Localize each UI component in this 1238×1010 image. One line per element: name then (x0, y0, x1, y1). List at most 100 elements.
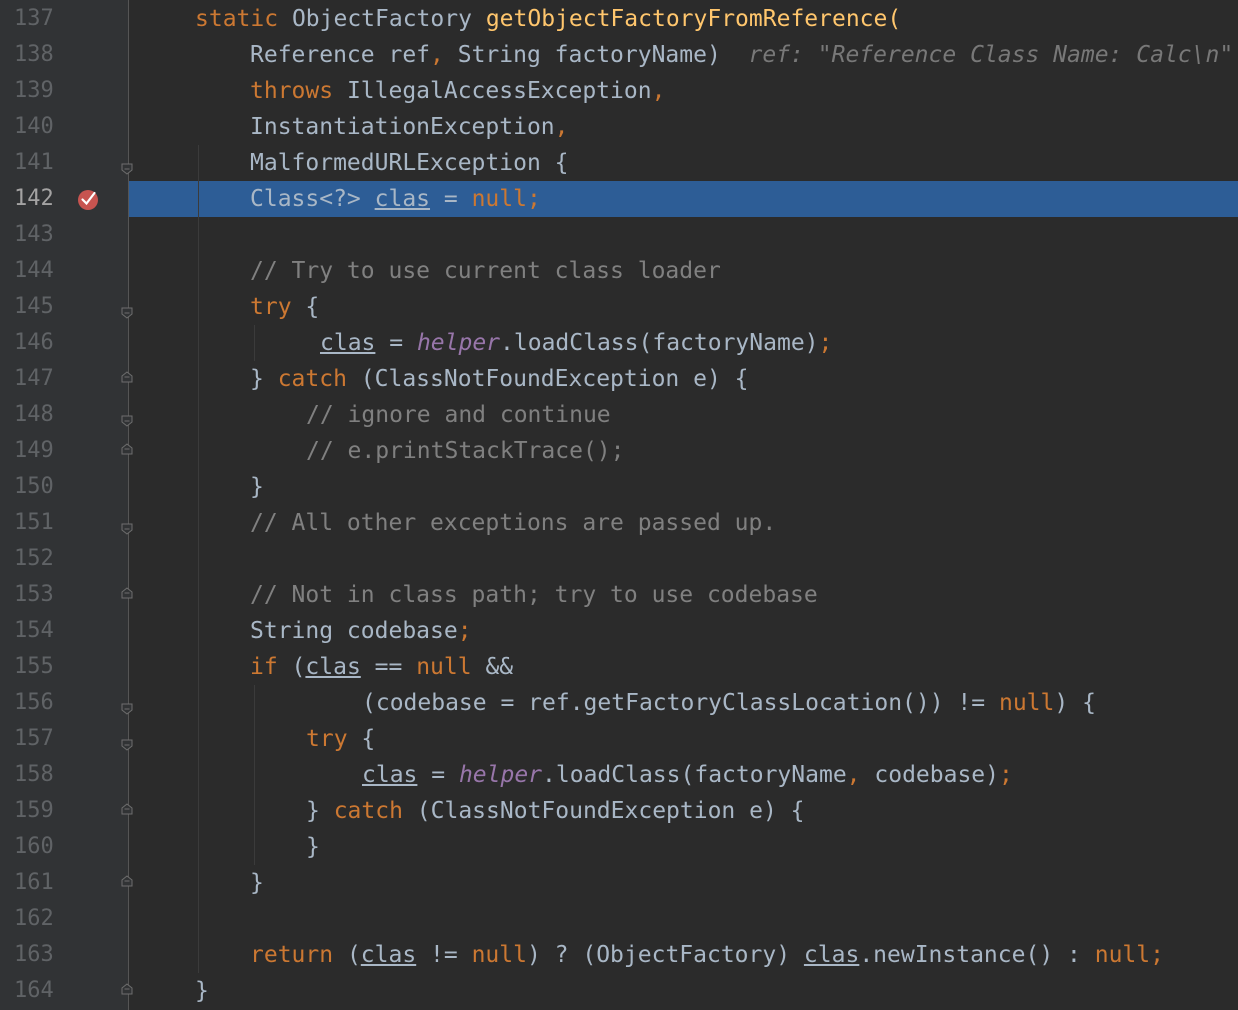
code-area[interactable]: (codebase = ref.getFactoryClassLocation(… (129, 685, 1238, 721)
code-area[interactable]: MalformedURLException { (129, 145, 1238, 181)
code-area[interactable]: try { (129, 289, 1238, 325)
code-text[interactable]: clas = helper.loadClass(factoryName); (320, 325, 832, 361)
line-number[interactable]: 146 (14, 325, 64, 361)
code-area[interactable]: clas = helper.loadClass(factoryName, cod… (129, 757, 1238, 793)
code-line-161[interactable]: 161} (0, 865, 1238, 901)
line-number[interactable]: 147 (14, 361, 64, 397)
code-line-146[interactable]: 146 clas = helper.loadClass(factoryName); (0, 325, 1238, 361)
line-number[interactable]: 138 (14, 37, 64, 73)
code-line-145[interactable]: 145 try { (0, 289, 1238, 325)
code-line-141[interactable]: 141 MalformedURLException { (0, 145, 1238, 181)
line-number[interactable]: 158 (14, 757, 64, 793)
code-editor[interactable]: 137 static ObjectFactory getObjectFactory… (0, 0, 1238, 1010)
fold-end-icon[interactable] (121, 983, 133, 995)
line-number[interactable]: 152 (14, 541, 64, 577)
line-number[interactable]: 154 (14, 613, 64, 649)
code-text[interactable]: static ObjectFactory getObjectFactoryFro… (195, 1, 901, 37)
code-area[interactable]: } (129, 469, 1238, 505)
code-text[interactable]: Reference ref, String factoryName) ref: … (250, 37, 1233, 73)
code-text[interactable]: MalformedURLException { (250, 145, 569, 181)
fold-collapse-icon[interactable] (121, 739, 133, 751)
line-number[interactable]: 150 (14, 469, 64, 505)
code-area[interactable]: clas = helper.loadClass(factoryName); (129, 325, 1238, 361)
line-number[interactable]: 141 (14, 145, 64, 181)
code-area[interactable]: return (clas != null) ? (ObjectFactory) … (129, 937, 1238, 973)
code-text[interactable]: if (clas == null && (250, 649, 513, 685)
code-text[interactable]: // ignore and continue (306, 397, 611, 433)
code-line-142[interactable]: 142 Class<?> clas = null; (0, 181, 1238, 217)
code-line-137[interactable]: 137 static ObjectFactory getObjectFactory… (0, 1, 1238, 37)
line-number[interactable]: 142 (14, 181, 64, 217)
line-number[interactable]: 153 (14, 577, 64, 613)
code-text[interactable]: Class<?> clas = null; (250, 181, 541, 217)
line-number[interactable]: 137 (14, 1, 64, 37)
code-line-154[interactable]: 154 String codebase; (0, 613, 1238, 649)
code-text[interactable]: try { (250, 289, 319, 325)
code-area[interactable]: } catch (ClassNotFoundException e) { (129, 793, 1238, 829)
code-line-153[interactable]: 153 // Not in class path; try to use code… (0, 577, 1238, 613)
line-number[interactable]: 159 (14, 793, 64, 829)
code-text[interactable]: clas = helper.loadClass(factoryName, cod… (362, 757, 1013, 793)
code-text[interactable]: InstantiationException, (250, 109, 569, 145)
line-number[interactable]: 161 (14, 865, 64, 901)
code-area[interactable]: // e.printStackTrace(); (129, 433, 1238, 469)
line-number[interactable]: 143 (14, 217, 64, 253)
code-area[interactable]: InstantiationException, (129, 109, 1238, 145)
line-number[interactable]: 149 (14, 433, 64, 469)
line-number[interactable]: 162 (14, 901, 64, 937)
code-text[interactable]: } catch (ClassNotFoundException e) { (250, 361, 749, 397)
code-area[interactable]: // All other exceptions are passed up. (129, 505, 1238, 541)
fold-end-icon[interactable] (121, 371, 133, 383)
code-line-148[interactable]: 148 // ignore and continue (0, 397, 1238, 433)
fold-collapse-icon[interactable] (121, 523, 133, 535)
line-number[interactable]: 151 (14, 505, 64, 541)
line-number[interactable]: 144 (14, 253, 64, 289)
code-line-156[interactable]: 156 (codebase = ref.getFactoryClassLocati… (0, 685, 1238, 721)
fold-end-icon[interactable] (121, 587, 133, 599)
code-text[interactable]: // All other exceptions are passed up. (250, 505, 776, 541)
code-text[interactable]: try { (306, 721, 375, 757)
code-line-163[interactable]: 163 return (clas != null) ? (ObjectFactor… (0, 937, 1238, 973)
code-area[interactable] (129, 217, 1238, 253)
fold-collapse-icon[interactable] (121, 307, 133, 319)
code-line-150[interactable]: 150} (0, 469, 1238, 505)
code-line-164[interactable]: 164} (0, 973, 1238, 1009)
line-number[interactable]: 164 (14, 973, 64, 1009)
code-area[interactable]: Reference ref, String factoryName) ref: … (129, 37, 1238, 73)
fold-end-icon[interactable] (121, 803, 133, 815)
fold-collapse-icon[interactable] (121, 163, 133, 175)
fold-collapse-icon[interactable] (121, 703, 133, 715)
code-text[interactable]: } (250, 469, 264, 505)
code-area[interactable]: throws IllegalAccessException, (129, 73, 1238, 109)
code-text[interactable]: } (250, 865, 264, 901)
code-line-162[interactable]: 162 (0, 901, 1238, 937)
code-area[interactable]: // Try to use current class loader (129, 253, 1238, 289)
code-text[interactable]: (codebase = ref.getFactoryClassLocation(… (362, 685, 1096, 721)
line-number[interactable]: 163 (14, 937, 64, 973)
fold-collapse-icon[interactable] (121, 415, 133, 427)
code-line-143[interactable]: 143 (0, 217, 1238, 253)
code-text[interactable]: // Try to use current class loader (250, 253, 721, 289)
code-area[interactable] (129, 541, 1238, 577)
code-area[interactable]: try { (129, 721, 1238, 757)
code-line-140[interactable]: 140 InstantiationException, (0, 109, 1238, 145)
code-line-157[interactable]: 157 try { (0, 721, 1238, 757)
line-number[interactable]: 145 (14, 289, 64, 325)
line-number[interactable]: 155 (14, 649, 64, 685)
code-text[interactable]: } catch (ClassNotFoundException e) { (306, 793, 805, 829)
code-text[interactable]: } (195, 973, 209, 1009)
code-line-144[interactable]: 144 // Try to use current class loader (0, 253, 1238, 289)
fold-end-icon[interactable] (121, 443, 133, 455)
code-line-149[interactable]: 149 // e.printStackTrace(); (0, 433, 1238, 469)
code-text[interactable]: // Not in class path; try to use codebas… (250, 577, 818, 613)
breakpoint-verified-icon[interactable] (76, 187, 100, 211)
code-area[interactable]: // ignore and continue (129, 397, 1238, 433)
code-text[interactable]: // e.printStackTrace(); (306, 433, 625, 469)
code-line-158[interactable]: 158 clas = helper.loadClass(factoryName, … (0, 757, 1238, 793)
line-number[interactable]: 160 (14, 829, 64, 865)
code-line-139[interactable]: 139 throws IllegalAccessException, (0, 73, 1238, 109)
code-line-151[interactable]: 151 // All other exceptions are passed up… (0, 505, 1238, 541)
code-area[interactable]: } (129, 865, 1238, 901)
code-area[interactable]: } catch (ClassNotFoundException e) { (129, 361, 1238, 397)
code-area[interactable]: } (129, 973, 1238, 1009)
